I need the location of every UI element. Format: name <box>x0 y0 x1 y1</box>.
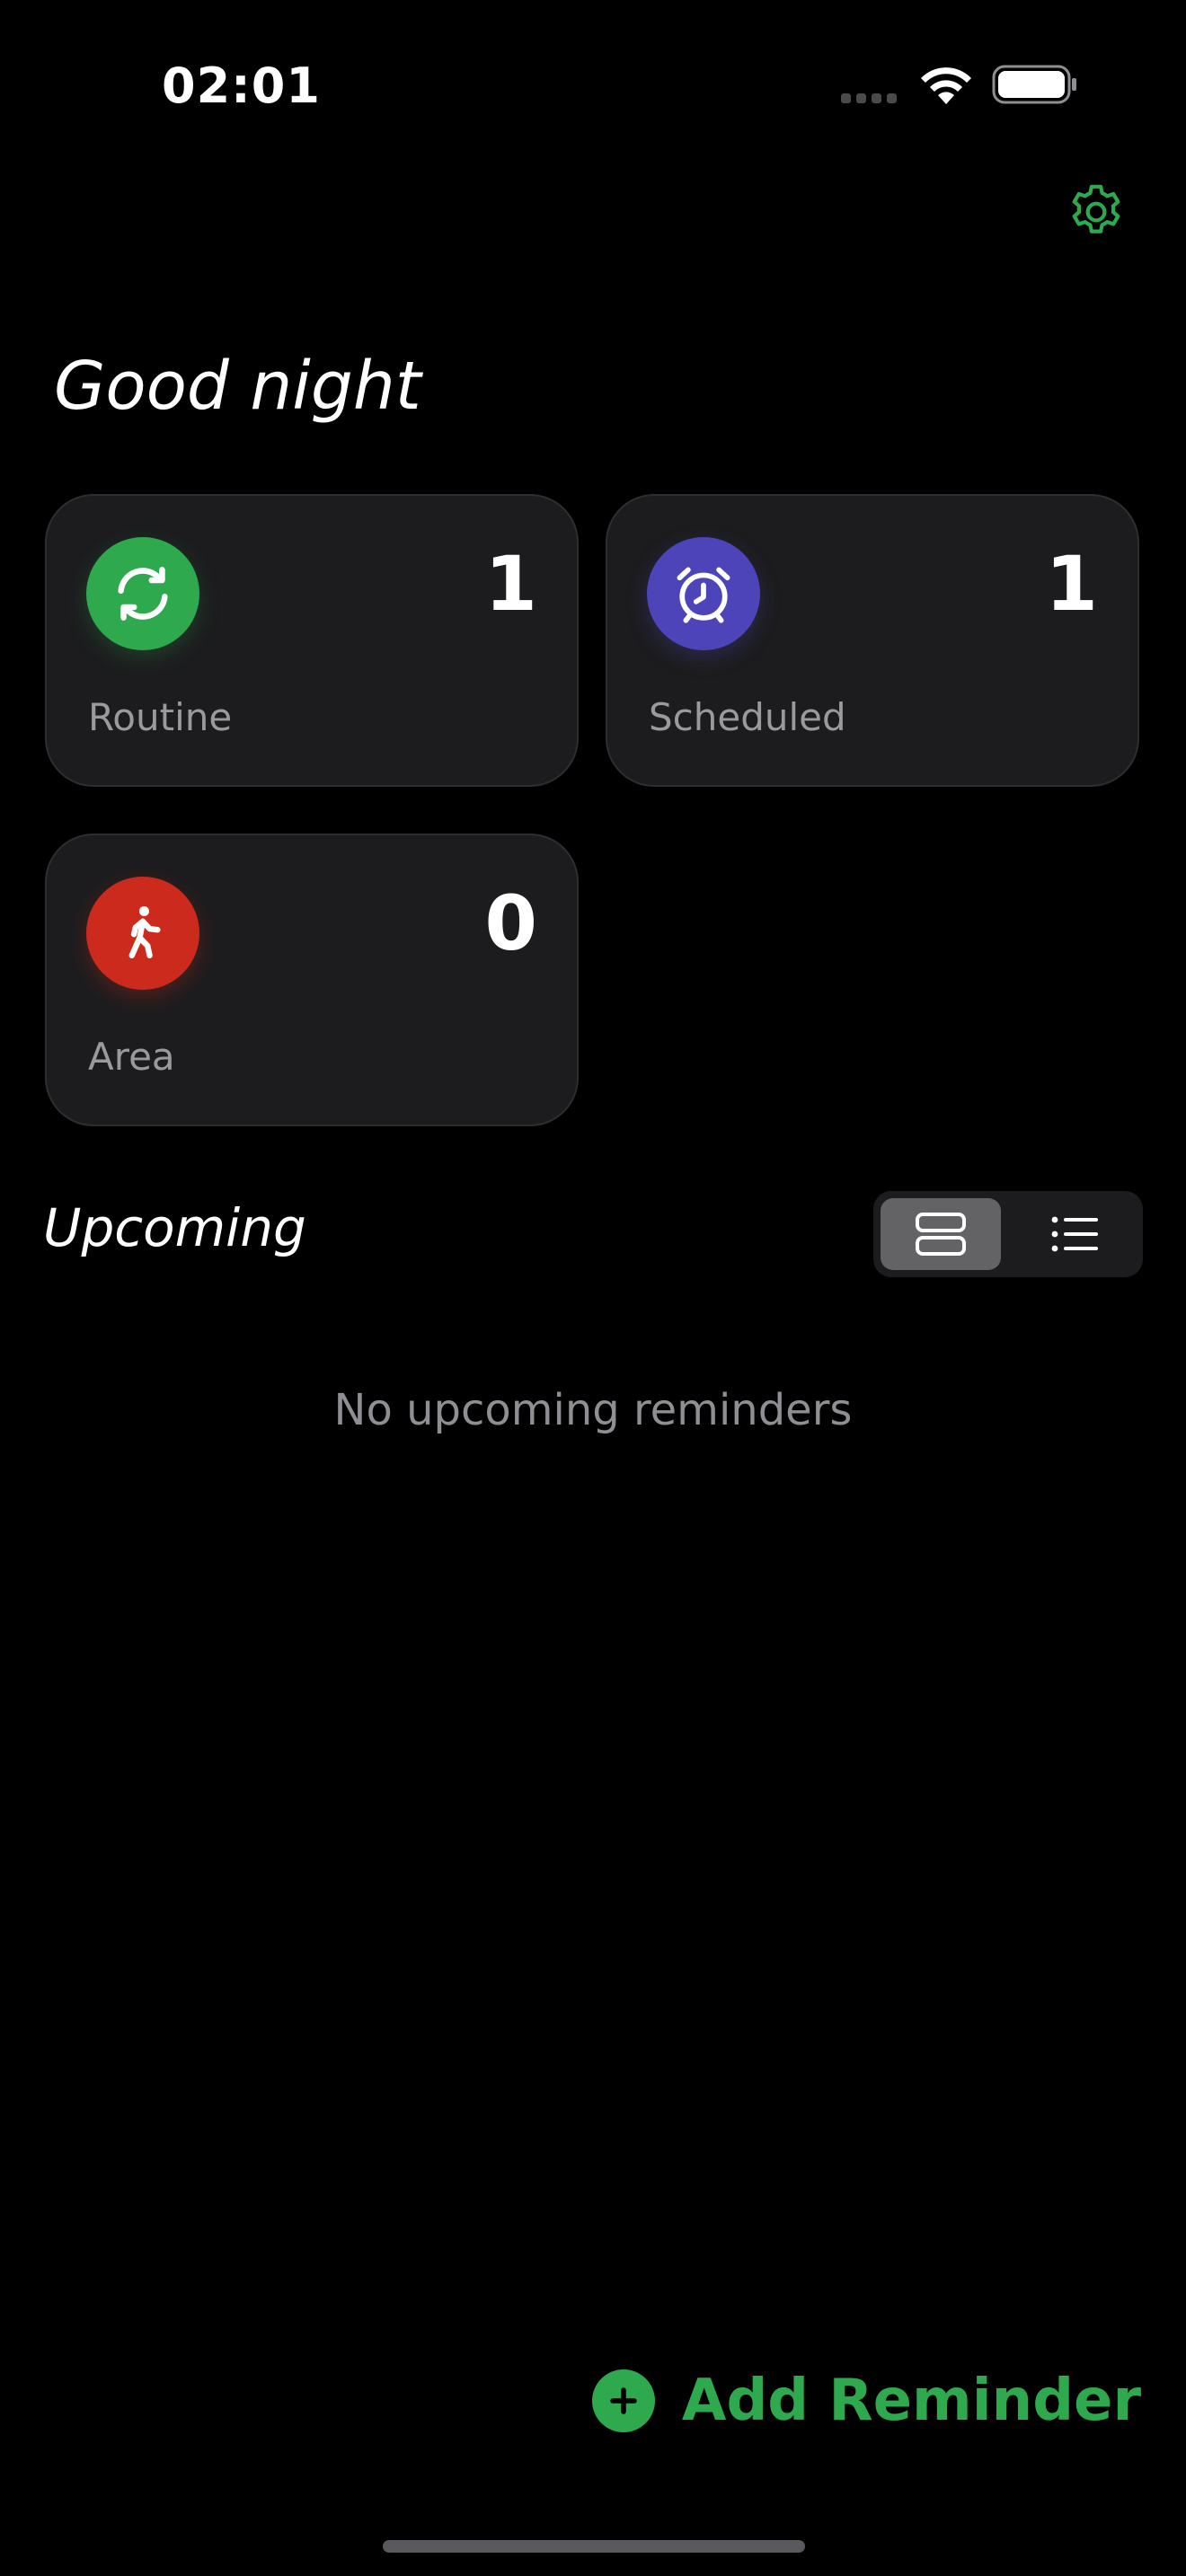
signal-dots-icon <box>841 93 897 103</box>
view-mode-toggle <box>873 1191 1143 1277</box>
list-view-button[interactable] <box>1015 1198 1136 1270</box>
routine-label: Routine <box>88 695 233 739</box>
card-view-button[interactable] <box>881 1198 1001 1270</box>
card-view-icon <box>916 1213 966 1256</box>
settings-button[interactable] <box>1060 176 1132 248</box>
greeting-title: Good night <box>54 348 421 425</box>
routine-card[interactable]: 1 Routine <box>45 494 579 787</box>
battery-icon <box>992 65 1076 104</box>
home-indicator[interactable] <box>383 2540 805 2553</box>
refresh-icon <box>86 537 199 650</box>
empty-state-message: No upcoming reminders <box>333 1385 853 1435</box>
scheduled-count: 1 <box>1045 540 1098 628</box>
add-reminder-button[interactable]: Add Reminder <box>591 2368 1141 2434</box>
plus-circle-icon <box>591 2369 655 2432</box>
alarm-clock-icon <box>647 537 760 650</box>
wifi-icon <box>921 67 971 104</box>
scheduled-label: Scheduled <box>649 695 846 739</box>
status-time: 02:01 <box>162 57 321 114</box>
area-label: Area <box>88 1035 175 1079</box>
gear-icon <box>1072 184 1120 234</box>
scheduled-card[interactable]: 1 Scheduled <box>606 494 1139 787</box>
area-card[interactable]: 0 Area <box>45 834 579 1126</box>
area-count: 0 <box>484 879 537 967</box>
walking-figure-icon <box>86 877 199 990</box>
upcoming-title: Upcoming <box>43 1197 306 1258</box>
routine-count: 1 <box>484 540 537 628</box>
add-reminder-label: Add Reminder <box>681 2368 1141 2434</box>
list-view-icon <box>1051 1216 1098 1252</box>
